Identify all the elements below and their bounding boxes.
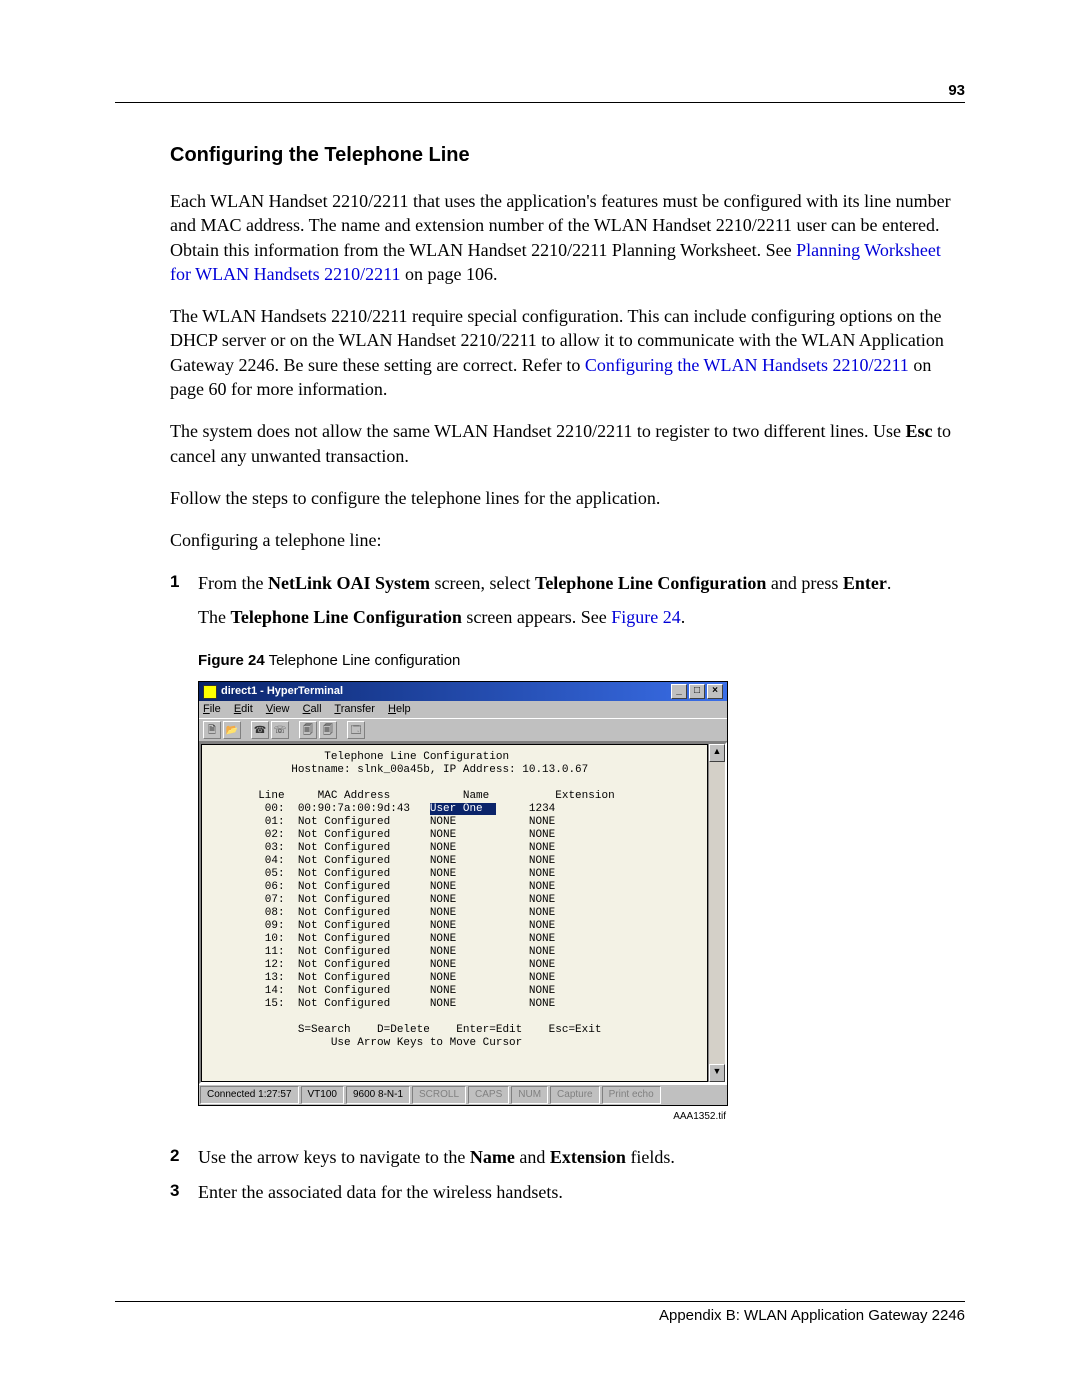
step-2: 2 Use the arrow keys to navigate to the … — [170, 1145, 965, 1169]
hyperterminal-window: direct1 - HyperTerminal _ □ × File Edit … — [198, 681, 728, 1105]
figure-label: Figure 24 — [198, 652, 265, 669]
tool-props-icon[interactable]: 🗔 — [347, 721, 365, 739]
s1-e: . — [887, 573, 892, 593]
figure-caption-text: Telephone Line configuration — [265, 652, 461, 669]
s1p2-c: screen appears. See — [462, 607, 611, 627]
tool-receive-icon[interactable]: 🗐 — [319, 721, 337, 739]
bottom-rule — [115, 1301, 965, 1302]
paragraph-1: Each WLAN Handset 2210/2211 that uses th… — [170, 189, 965, 286]
scroll-up-icon[interactable]: ▲ — [709, 744, 725, 762]
paragraph-5: Configuring a telephone line: — [170, 528, 965, 552]
step-1-p2: The Telephone Line Configuration screen … — [198, 605, 965, 629]
top-rule — [115, 102, 965, 103]
menu-transfer[interactable]: Transfer — [334, 703, 375, 715]
link-figure-24[interactable]: Figure 24 — [611, 607, 681, 627]
s1p2-a: The — [198, 607, 230, 627]
s1p2-b: Telephone Line Configuration — [230, 607, 461, 627]
s2-a: Use the arrow keys to navigate to the — [198, 1147, 470, 1167]
s1p2-d: . — [681, 607, 686, 627]
menu-bar: File Edit View Call Transfer Help — [199, 701, 727, 718]
paragraph-3: The system does not allow the same WLAN … — [170, 419, 965, 468]
status-baud: 9600 8-N-1 — [346, 1086, 410, 1104]
figure-caption: Figure 24 Telephone Line configuration — [198, 651, 965, 671]
status-num: NUM — [511, 1086, 548, 1104]
s3-a: Enter the associated data for the wirele… — [198, 1182, 563, 1202]
menu-help[interactable]: Help — [388, 703, 411, 715]
tool-call-icon[interactable]: ☎ — [251, 721, 269, 739]
status-scroll: SCROLL — [412, 1086, 466, 1104]
step-1: 1 From the NetLink OAI System screen, se… — [170, 571, 965, 1124]
window-titlebar: direct1 - HyperTerminal _ □ × — [199, 682, 727, 701]
terminal-output[interactable]: Telephone Line Configuration Hostname: s… — [201, 744, 708, 1082]
status-connected: Connected 1:27:57 — [200, 1086, 299, 1104]
step-2-number: 2 — [170, 1145, 179, 1168]
p1-text-b: on page 106. — [400, 264, 497, 284]
section-heading: Configuring the Telephone Line — [170, 142, 965, 169]
s1-b3: Enter — [843, 573, 887, 593]
p3-text-a: The system does not allow the same WLAN … — [170, 421, 906, 441]
tool-send-icon[interactable]: 🗐 — [299, 721, 317, 739]
s2-m: and — [515, 1147, 550, 1167]
page-footer: Appendix B: WLAN Application Gateway 224… — [659, 1307, 965, 1324]
s2-b2: Extension — [550, 1147, 626, 1167]
status-capture: Capture — [550, 1086, 600, 1104]
s2-b1: Name — [470, 1147, 515, 1167]
terminal-area: Telephone Line Configuration Hostname: s… — [199, 742, 727, 1084]
s1-d: and press — [766, 573, 842, 593]
paragraph-4: Follow the steps to configure the teleph… — [170, 486, 965, 510]
step-1-number: 1 — [170, 571, 179, 594]
status-bar: Connected 1:27:57 VT100 9600 8-N-1 SCROL… — [199, 1084, 727, 1105]
s1-a: From the — [198, 573, 268, 593]
status-caps: CAPS — [468, 1086, 509, 1104]
tool-hangup-icon[interactable]: ☏ — [271, 721, 289, 739]
maximize-button[interactable]: □ — [689, 684, 705, 699]
s1-c: screen, select — [430, 573, 535, 593]
window-title: direct1 - HyperTerminal — [221, 684, 343, 699]
step-3-number: 3 — [170, 1180, 179, 1203]
paragraph-2: The WLAN Handsets 2210/2211 require spec… — [170, 304, 965, 401]
status-emulation: VT100 — [301, 1086, 344, 1104]
close-button[interactable]: × — [707, 684, 723, 699]
app-icon — [203, 685, 217, 699]
s1-b1: NetLink OAI System — [268, 573, 430, 593]
menu-file[interactable]: File — [203, 703, 221, 715]
menu-call[interactable]: Call — [303, 703, 322, 715]
figure-id: AAA1352.tif — [198, 1110, 726, 1124]
tool-new-icon[interactable]: 🗎 — [203, 721, 221, 739]
s2-c: fields. — [626, 1147, 675, 1167]
s1-b2: Telephone Line Configuration — [535, 573, 766, 593]
esc-key: Esc — [906, 421, 933, 441]
toolbar: 🗎 📂 ☎ ☏ 🗐 🗐 🗔 — [199, 718, 727, 742]
menu-edit[interactable]: Edit — [234, 703, 253, 715]
step-3: 3 Enter the associated data for the wire… — [170, 1180, 965, 1204]
link-configuring-handsets[interactable]: Configuring the WLAN Handsets 2210/2211 — [585, 355, 909, 375]
scroll-down-icon[interactable]: ▼ — [709, 1064, 725, 1082]
scrollbar[interactable]: ▲ ▼ — [708, 744, 725, 1082]
tool-open-icon[interactable]: 📂 — [223, 721, 241, 739]
minimize-button[interactable]: _ — [671, 684, 687, 699]
page-number: 93 — [948, 82, 965, 99]
status-printecho: Print echo — [602, 1086, 661, 1104]
menu-view[interactable]: View — [266, 703, 290, 715]
